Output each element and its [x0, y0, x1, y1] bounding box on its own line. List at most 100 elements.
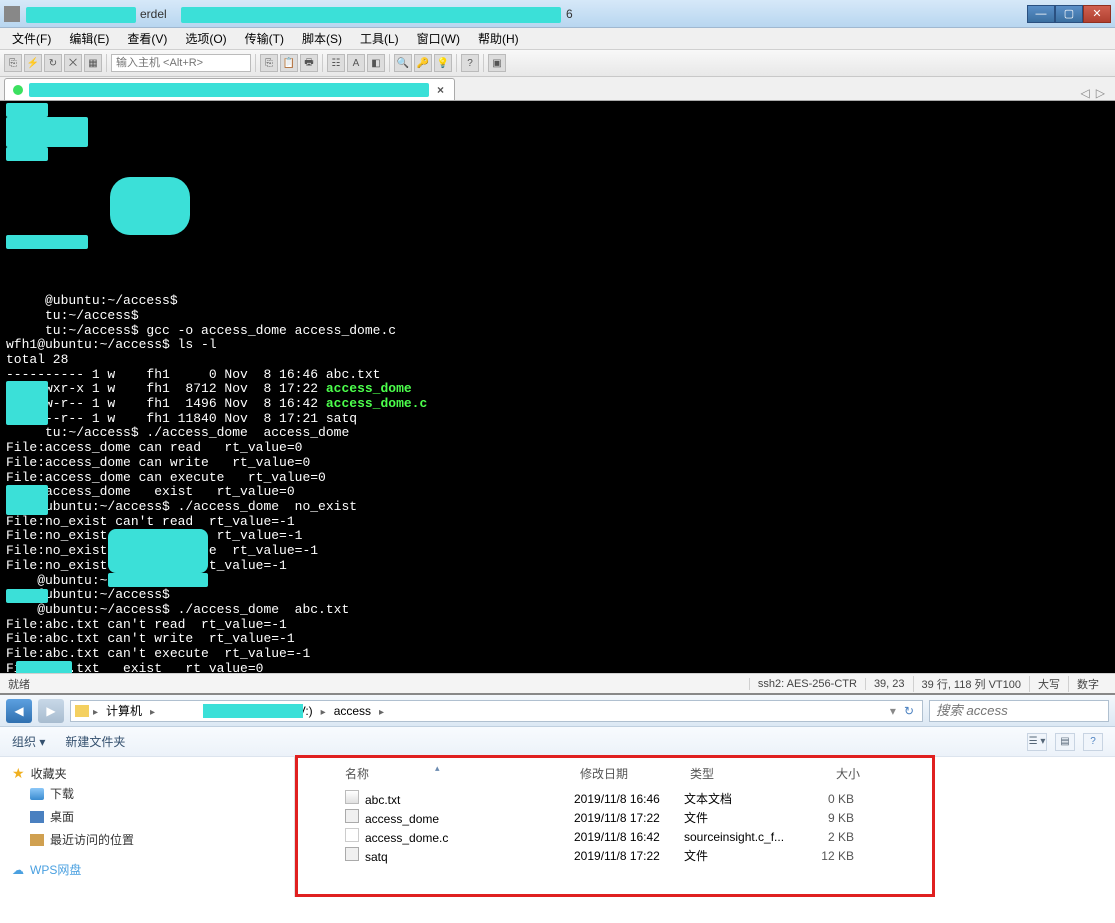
app-icon: [4, 6, 20, 22]
menu-transfer[interactable]: 传输(T): [237, 28, 292, 49]
tb-session-icon[interactable]: ▦: [84, 54, 102, 72]
breadcrumb[interactable]: 计算机 2.67) (V:) access ▾ ↻: [70, 700, 923, 722]
explorer-search-input[interactable]: [929, 700, 1109, 722]
tb-separator: [322, 54, 323, 72]
menu-view[interactable]: 查看(V): [119, 28, 175, 49]
tb-color-icon[interactable]: ◧: [367, 54, 385, 72]
menu-options[interactable]: 选项(O): [177, 28, 234, 49]
close-button[interactable]: ✕: [1083, 5, 1111, 23]
cloud-icon: ☁: [12, 863, 24, 877]
tab-prev-icon[interactable]: ◁: [1081, 86, 1090, 100]
tb-screen-icon[interactable]: ▣: [488, 54, 506, 72]
file-row[interactable]: access_dome2019/11/8 17:22文件9 KB: [295, 808, 1115, 827]
tb-props-icon[interactable]: ☷: [327, 54, 345, 72]
file-icon: [345, 809, 359, 823]
redaction: [29, 83, 429, 97]
col-size[interactable]: 大小: [800, 765, 860, 782]
status-caps: 大写: [1029, 676, 1068, 692]
tb-key-icon[interactable]: 🔑: [414, 54, 432, 72]
sidebar-recent[interactable]: 最近访问的位置: [12, 828, 282, 851]
help-icon[interactable]: ?: [1083, 733, 1103, 751]
menu-edit[interactable]: 编辑(E): [61, 28, 117, 49]
sidebar-wps-cloud[interactable]: ☁WPS网盘: [12, 861, 282, 878]
file-list: 名称 修改日期 类型 大小 abc.txt2019/11/8 16:46文本文档…: [295, 757, 1115, 897]
tb-connect-icon[interactable]: ⎘: [4, 54, 22, 72]
tb-bulb-icon[interactable]: 💡: [434, 54, 452, 72]
organize-button[interactable]: 组织 ▾: [12, 733, 45, 750]
tb-separator: [389, 54, 390, 72]
desktop-icon: [30, 811, 44, 823]
crumb-computer[interactable]: 计算机: [102, 702, 146, 719]
preview-pane-icon[interactable]: ▤: [1055, 733, 1075, 751]
tb-separator: [106, 54, 107, 72]
tb-separator: [456, 54, 457, 72]
sidebar-favorites[interactable]: ★收藏夹: [12, 765, 282, 782]
file-name: access_dome: [365, 812, 439, 826]
file-type: sourceinsight.c_f...: [684, 830, 794, 844]
tb-reconnect-icon[interactable]: ↻: [44, 54, 62, 72]
sidebar-desktop[interactable]: 桌面: [12, 805, 282, 828]
tab-next-icon[interactable]: ▷: [1096, 86, 1105, 100]
menu-script[interactable]: 脚本(S): [294, 28, 350, 49]
file-row[interactable]: abc.txt2019/11/8 16:46文本文档0 KB: [295, 789, 1115, 808]
session-tab[interactable]: ×: [4, 78, 455, 100]
status-num: 数字: [1068, 676, 1107, 692]
file-explorer: ◀ ▶ 计算机 2.67) (V:) access ▾ ↻ 组织 ▾ 新建文件夹…: [0, 693, 1115, 897]
col-type[interactable]: 类型: [690, 765, 800, 782]
menu-tools[interactable]: 工具(L): [352, 28, 407, 49]
tb-print-icon[interactable]: 🖶: [300, 54, 318, 72]
nav-forward-button[interactable]: ▶: [38, 699, 64, 723]
file-type: 文件: [684, 809, 794, 826]
status-cursor-pos: 39, 23: [865, 678, 913, 690]
file-size: 12 KB: [794, 849, 854, 863]
refresh-icon[interactable]: ↻: [900, 704, 918, 718]
menu-help[interactable]: 帮助(H): [470, 28, 527, 49]
crumb-dropdown-icon[interactable]: ▾: [890, 704, 896, 718]
menu-window[interactable]: 窗口(W): [409, 28, 468, 49]
status-dot-icon: [13, 85, 23, 95]
star-icon: ★: [12, 765, 25, 782]
file-icon: [345, 828, 359, 842]
downloads-icon: [30, 788, 44, 800]
file-list-header: 名称 修改日期 类型 大小: [295, 761, 1115, 789]
tb-disconnect-icon[interactable]: ⨉: [64, 54, 82, 72]
file-size: 9 KB: [794, 811, 854, 825]
tb-paste-icon[interactable]: 📋: [280, 54, 298, 72]
menu-file[interactable]: 文件(F): [4, 28, 59, 49]
terminal[interactable]: @ubuntu:~/access$ tu:~/access$ tu:~/acce…: [0, 101, 1115, 673]
tab-close-icon[interactable]: ×: [435, 83, 446, 97]
col-date[interactable]: 修改日期: [580, 765, 690, 782]
view-mode-icon[interactable]: ☰ ▾: [1027, 733, 1047, 751]
tb-help-icon[interactable]: ?: [461, 54, 479, 72]
file-name: satq: [365, 850, 388, 864]
file-type: 文件: [684, 847, 794, 864]
file-name: abc.txt: [365, 793, 400, 807]
tb-font-icon[interactable]: A: [347, 54, 365, 72]
redaction: [26, 7, 136, 23]
file-size: 2 KB: [794, 830, 854, 844]
nav-back-button[interactable]: ◀: [6, 699, 32, 723]
toolbar: ⎘ ⚡ ↻ ⨉ ▦ ⎘ 📋 🖶 ☷ A ◧ 🔍 🔑 💡 ? ▣: [0, 50, 1115, 77]
tb-copy-icon[interactable]: ⎘: [260, 54, 278, 72]
tb-find-icon[interactable]: 🔍: [394, 54, 412, 72]
minimize-button[interactable]: —: [1027, 5, 1055, 23]
sidebar-downloads[interactable]: 下载: [12, 782, 282, 805]
file-icon: [345, 847, 359, 861]
file-row[interactable]: access_dome.c2019/11/8 16:42sourceinsigh…: [295, 827, 1115, 846]
host-input[interactable]: [111, 54, 251, 72]
tb-quick-icon[interactable]: ⚡: [24, 54, 42, 72]
tb-separator: [255, 54, 256, 72]
status-size: 39 行, 118 列 VT100: [913, 676, 1029, 692]
status-ssh: ssh2: AES-256-CTR: [749, 678, 865, 690]
crumb-folder[interactable]: access: [330, 704, 375, 718]
window-title: erdel 6: [26, 7, 1027, 21]
folder-icon: [75, 705, 89, 717]
redaction: [181, 7, 561, 23]
newfolder-button[interactable]: 新建文件夹: [65, 733, 125, 750]
file-row[interactable]: satq2019/11/8 17:22文件12 KB: [295, 846, 1115, 865]
explorer-sidebar: ★收藏夹 下载 桌面 最近访问的位置 ☁WPS网盘: [0, 757, 295, 897]
file-icon: [345, 790, 359, 804]
tb-separator: [483, 54, 484, 72]
maximize-button[interactable]: ▢: [1055, 5, 1083, 23]
col-name[interactable]: 名称: [345, 765, 580, 782]
